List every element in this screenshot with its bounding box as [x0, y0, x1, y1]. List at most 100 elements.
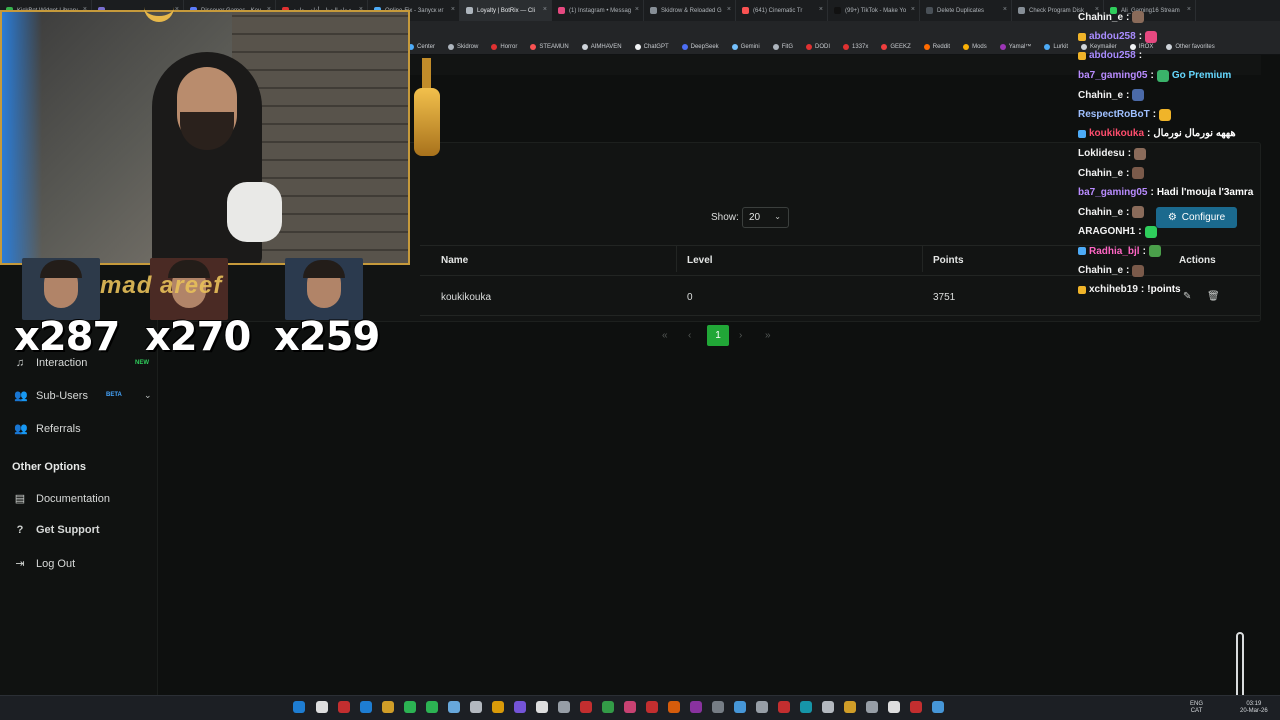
bookmark-item[interactable]: AIMHAVEN — [581, 43, 622, 50]
app-icon[interactable] — [734, 701, 746, 713]
pagination-prev[interactable]: ‹ — [688, 330, 691, 341]
column-separator — [922, 246, 923, 272]
sidebar-item-get-support[interactable]: ? Get Support — [14, 524, 100, 536]
close-icon[interactable]: × — [451, 6, 455, 13]
tab-title: Skidrow & Reloaded G — [661, 7, 722, 14]
browser-icon[interactable] — [448, 701, 460, 713]
clock-date: 20-Mar-26 — [1240, 708, 1268, 714]
browser-tab[interactable]: Skidrow & Reloaded G × — [644, 0, 736, 21]
app-icon[interactable] — [756, 701, 768, 713]
app-icon[interactable] — [536, 701, 548, 713]
multiplier-1: x287 — [14, 314, 120, 360]
chat-text: هههه نورمال نورمال — [1153, 128, 1236, 139]
app-icon[interactable] — [800, 701, 812, 713]
bookmark-item[interactable]: GEEKZ — [881, 43, 911, 50]
sidebar-item-referrals[interactable]: 👥 Referrals — [14, 422, 81, 436]
bookmark-label: Horror — [500, 43, 518, 50]
app-icon[interactable] — [712, 701, 724, 713]
bookmark-item[interactable]: STEAMUN — [530, 43, 569, 50]
app-icon[interactable] — [690, 701, 702, 713]
page-size-select[interactable]: 20 ⌄ — [742, 207, 789, 228]
edge-icon[interactable] — [360, 701, 372, 713]
browser-tab[interactable]: (641) Cinematic Tr × — [736, 0, 828, 21]
bookmark-label: STEAMUN — [539, 43, 569, 50]
bookmark-item[interactable]: Lurkit — [1044, 43, 1068, 50]
bookmark-item[interactable]: 1337x — [843, 43, 868, 50]
new-badge: NEW — [135, 360, 149, 366]
app-icon[interactable] — [932, 701, 944, 713]
app-icon[interactable] — [778, 701, 790, 713]
windows-start-icon[interactable] — [293, 701, 305, 713]
beta-badge: BETA — [106, 392, 122, 398]
browser-tab[interactable]: (99+) TikTok - Make Yo × — [828, 0, 920, 21]
browser-tab[interactable]: (1) Instagram • Messag × — [552, 0, 644, 21]
bookmark-item[interactable]: FitG — [772, 43, 793, 50]
tiktok-icon[interactable] — [624, 701, 636, 713]
file-explorer-icon[interactable] — [382, 701, 394, 713]
discord-icon[interactable] — [514, 701, 526, 713]
app-icon[interactable] — [910, 701, 922, 713]
app-icon[interactable] — [866, 701, 878, 713]
chat-emote-icon — [1132, 264, 1145, 277]
bookmark-item[interactable]: Gemini — [731, 43, 760, 50]
chat-emote-icon — [1132, 206, 1145, 218]
media-icon[interactable] — [580, 701, 592, 713]
sidebar-item-documentation[interactable]: ▤ Documentation — [14, 492, 110, 506]
bookmark-icon — [491, 43, 498, 50]
chat-username: Radhia_bjl — [1089, 245, 1140, 257]
close-icon[interactable]: × — [727, 6, 731, 13]
column-header-name[interactable]: Name — [441, 255, 468, 266]
bookmark-item[interactable]: DeepSeek — [681, 43, 719, 50]
bookmark-icon — [448, 43, 455, 50]
browser-tab[interactable]: Delete Duplicates × — [920, 0, 1012, 21]
steam-icon[interactable] — [470, 701, 482, 713]
chat-colon: : — [1126, 11, 1130, 23]
close-icon[interactable]: × — [635, 6, 639, 13]
column-header-level[interactable]: Level — [687, 255, 713, 266]
bookmark-label: GEEKZ — [890, 43, 911, 50]
bookmark-item[interactable]: ChatGPT — [634, 43, 669, 50]
app-icon[interactable] — [844, 701, 856, 713]
document-icon: ▤ — [14, 493, 26, 505]
browser-tab[interactable]: Loyalty | BotRix — Cli × — [460, 0, 552, 21]
bookmark-item[interactable]: Reddit — [923, 43, 950, 50]
search-icon[interactable] — [316, 701, 328, 713]
bookmark-item[interactable]: DODI — [806, 43, 830, 50]
folder-icon[interactable] — [492, 701, 504, 713]
sidebar-item-log-out[interactable]: ⇥ Log Out — [14, 557, 75, 571]
chat-emote-icon — [1134, 147, 1147, 160]
settings-icon[interactable] — [558, 701, 570, 713]
cloud-icon[interactable] — [668, 701, 680, 713]
bookmark-item[interactable]: Horror — [491, 43, 518, 50]
pagination-next[interactable]: › — [739, 330, 742, 341]
close-icon[interactable]: × — [819, 6, 823, 13]
chat-badge-icon — [1078, 285, 1086, 294]
sidebar-item-sub-users[interactable]: 👥 Sub-Users — [14, 389, 88, 403]
language-indicator[interactable]: ENG CAT — [1190, 701, 1203, 715]
brave-icon[interactable] — [338, 701, 350, 713]
bookmark-item[interactable]: Yamal™ — [999, 43, 1031, 50]
chat-colon: : — [1152, 109, 1157, 120]
close-icon[interactable]: × — [911, 6, 915, 13]
tab-title: Delete Duplicates — [937, 7, 985, 14]
chat-emote-icon — [1132, 167, 1145, 179]
pagination-current-page[interactable]: 1 — [707, 325, 729, 346]
chevron-down-icon[interactable]: ⌄ — [144, 390, 152, 401]
bookmark-icon — [806, 43, 813, 50]
app-icon[interactable] — [888, 701, 900, 713]
bookmark-item[interactable]: Mods — [963, 43, 987, 50]
game-icon[interactable] — [426, 701, 438, 713]
record-icon[interactable] — [646, 701, 658, 713]
close-icon[interactable]: × — [543, 6, 547, 13]
app-icon[interactable] — [822, 701, 834, 713]
xbox-icon[interactable] — [404, 701, 416, 713]
bookmark-item[interactable]: Skidrow — [448, 43, 478, 50]
pagination-first[interactable]: « — [662, 330, 668, 341]
column-header-points[interactable]: Points — [933, 255, 964, 266]
pagination-last[interactable]: » — [765, 330, 771, 341]
bookmark-item[interactable]: Center — [408, 43, 435, 50]
close-icon[interactable]: × — [1003, 6, 1007, 13]
app-icon[interactable] — [602, 701, 614, 713]
clock[interactable]: 03:19 20-Mar-26 — [1240, 701, 1268, 715]
language-top: ENG — [1190, 701, 1204, 707]
